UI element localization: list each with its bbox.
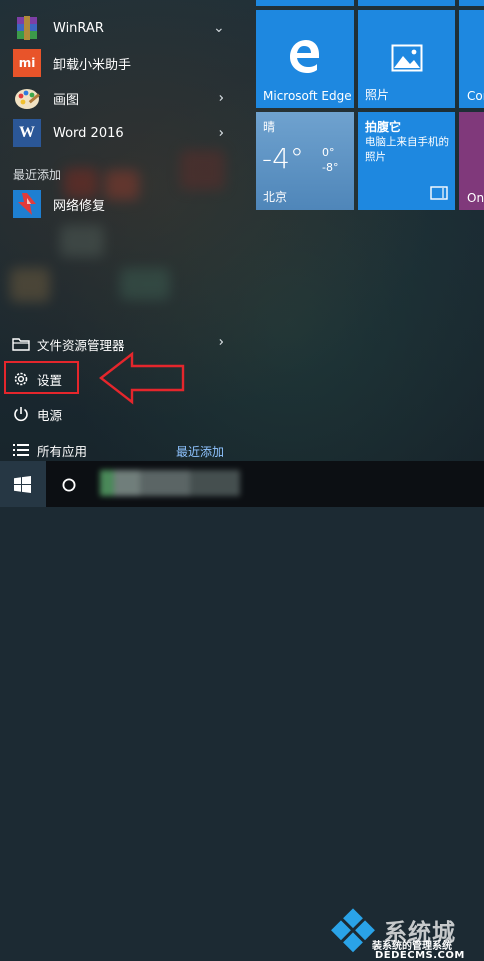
blurred-app-hint <box>10 268 50 302</box>
paint-icon <box>13 84 41 112</box>
app-label: Word 2016 <box>53 125 124 141</box>
tile-photos[interactable]: 照片 <box>358 10 455 108</box>
tile-partial-cortana[interactable]: Cor <box>459 10 484 108</box>
app-item-word[interactable]: W Word 2016 ⌄ <box>0 116 245 150</box>
cortana-circle-icon <box>62 477 76 496</box>
weather-temperature: -4° <box>262 142 304 175</box>
chevron-right-icon[interactable]: ⌄ <box>211 127 227 139</box>
app-label: 画图 <box>53 92 80 108</box>
tablet-icon <box>430 185 448 204</box>
network-repair-icon <box>13 190 41 218</box>
power-icon <box>12 405 30 423</box>
tile-label: Cor <box>467 89 484 103</box>
tile-label: 照片 <box>365 88 390 102</box>
cortana-search-button[interactable] <box>50 461 88 507</box>
app-label: WinRAR <box>53 20 104 36</box>
power-label: 电源 <box>37 408 63 423</box>
taskbar-blurred-apps <box>100 470 240 496</box>
list-icon <box>12 441 30 459</box>
tile-title: 拍腹它 <box>365 120 402 134</box>
app-label: 网络修复 <box>53 198 106 214</box>
tile-top-fragment[interactable] <box>256 0 354 6</box>
app-item-paint[interactable]: 画图 ⌄ <box>0 81 245 115</box>
weather-city: 北京 <box>263 190 288 204</box>
xiaomi-icon: mi <box>13 49 41 77</box>
app-item-network-repair[interactable]: 网络修复 <box>0 187 245 221</box>
word-icon: W <box>13 119 41 147</box>
blurred-app-hint <box>60 225 104 257</box>
blurred-app-hint <box>180 150 225 190</box>
edge-icon <box>286 38 322 78</box>
folder-icon <box>12 335 30 353</box>
weather-condition: 晴 <box>263 120 276 134</box>
tile-label: One <box>467 191 484 205</box>
power-button[interactable]: 电源 <box>0 398 245 430</box>
settings-highlight-box <box>4 361 79 394</box>
tile-microsoft-edge[interactable]: Microsoft Edge <box>256 10 354 108</box>
app-label: 卸载小米助手 <box>53 57 132 73</box>
all-apps-label: 所有应用 <box>37 444 88 459</box>
tile-subtitle: 电脑上来自手机的照片 <box>365 136 449 163</box>
tile-partial-onenote[interactable]: One <box>459 112 484 210</box>
tile-top-fragment[interactable] <box>358 0 455 6</box>
watermark-url: DEDECMS.COM <box>375 950 465 961</box>
chevron-right-icon[interactable]: ⌄ <box>211 336 227 348</box>
chevron-right-icon[interactable]: ⌄ <box>211 92 227 104</box>
section-label-recently-added: 最近添加 <box>13 168 62 182</box>
tile-weather[interactable]: 晴 -4° 0° -8° 北京 <box>256 112 354 210</box>
start-button[interactable] <box>0 461 46 507</box>
winrar-icon <box>13 14 41 42</box>
app-item-winrar[interactable]: WinRAR ⌄ <box>0 11 245 45</box>
word-icon-letter: W <box>19 124 35 141</box>
blurred-app-hint <box>120 268 170 300</box>
tile-label: Microsoft Edge <box>263 89 352 103</box>
chevron-down-icon[interactable]: ⌄ <box>213 20 225 36</box>
tile-top-fragment[interactable] <box>459 0 484 6</box>
photos-icon <box>391 44 423 76</box>
weather-low: -8° <box>322 161 339 174</box>
weather-high: 0° <box>322 146 335 159</box>
windows-logo-icon <box>14 476 31 497</box>
app-item-xiaomi-uninstall[interactable]: mi 卸载小米助手 <box>0 46 245 80</box>
tile-phone-photos-app[interactable]: 拍腹它 电脑上来自手机的照片 <box>358 112 455 210</box>
taskbar: 系统城 装系统的管理系统 DEDECMS.COM <box>0 461 484 961</box>
recently-added-link[interactable]: 最近添加 <box>176 443 224 460</box>
start-menu: WinRAR ⌄ mi 卸载小米助手 画图 ⌄ W Word 2016 ⌄ 最近… <box>0 0 484 461</box>
